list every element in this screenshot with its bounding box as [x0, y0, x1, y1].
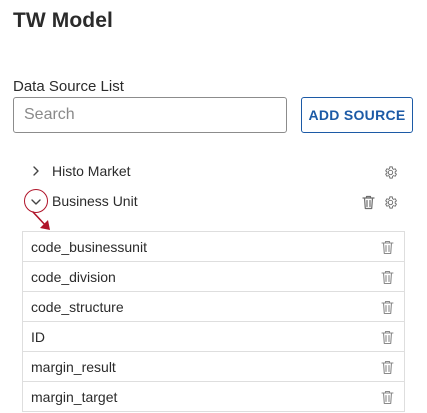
field-name: code_businessunit — [31, 238, 147, 255]
field-list: code_businessunit code_division code_str… — [22, 231, 405, 412]
field-row[interactable]: code_structure — [22, 292, 405, 322]
field-row[interactable]: margin_target — [22, 382, 405, 412]
field-row[interactable]: code_businessunit — [22, 232, 405, 262]
data-source-list-label: Data Source List — [13, 78, 124, 95]
chevron-right-icon[interactable] — [28, 163, 44, 179]
gear-icon[interactable] — [382, 194, 398, 210]
field-row[interactable]: margin_result — [22, 352, 405, 382]
search-input[interactable] — [13, 97, 287, 133]
source-name: Histo Market — [52, 163, 131, 179]
add-source-button[interactable]: ADD SOURCE — [301, 97, 413, 133]
trash-icon[interactable] — [380, 299, 394, 315]
source-name: Business Unit — [52, 193, 138, 209]
gear-icon[interactable] — [382, 164, 398, 180]
trash-icon[interactable] — [380, 329, 394, 345]
trash-icon[interactable] — [380, 389, 394, 405]
trash-icon[interactable] — [380, 269, 394, 285]
field-row[interactable]: code_division — [22, 262, 405, 292]
field-row[interactable]: ID — [22, 322, 405, 352]
source-row-histo-market[interactable]: Histo Market — [0, 158, 427, 184]
field-name: ID — [31, 328, 45, 345]
field-name: margin_result — [31, 358, 116, 375]
trash-icon[interactable] — [360, 194, 376, 210]
page-title: TW Model — [13, 9, 113, 32]
field-name: margin_target — [31, 388, 118, 405]
trash-icon[interactable] — [380, 359, 394, 375]
trash-icon[interactable] — [380, 239, 394, 255]
field-name: code_structure — [31, 298, 124, 315]
field-name: code_division — [31, 268, 116, 285]
source-row-business-unit[interactable]: Business Unit — [0, 188, 427, 214]
